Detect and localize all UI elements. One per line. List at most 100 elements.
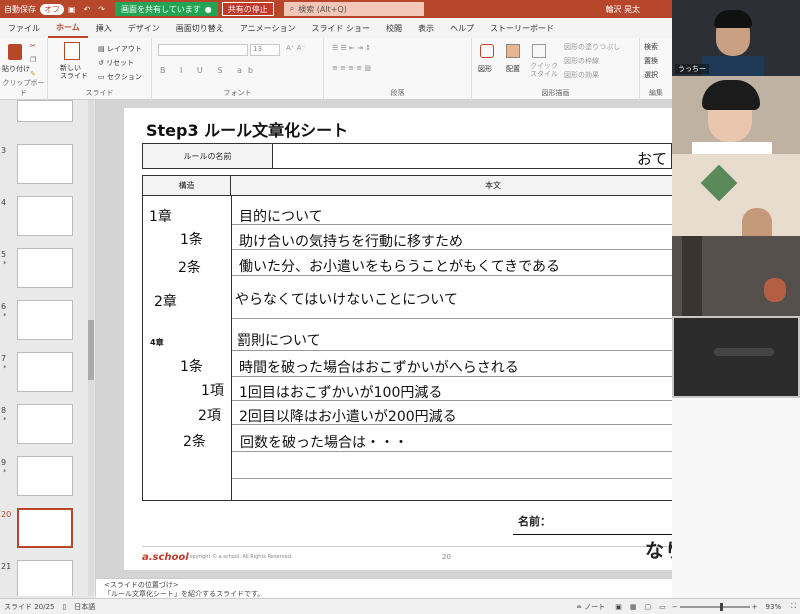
language-status[interactable]: 日本語 <box>70 602 99 612</box>
slideshow-view-icon[interactable]: ▭ <box>655 603 670 611</box>
tab-storyboard[interactable]: ストーリーボード <box>482 23 562 34</box>
save-icon[interactable]: ▣ <box>64 5 80 14</box>
slide-thumbnail[interactable] <box>17 352 73 392</box>
undo-icon[interactable]: ↶ <box>80 5 95 14</box>
slide-thumbnail-panel[interactable]: 3 4 5 * 6 * 7 * 8 * 9 * 20 21 <box>0 100 96 596</box>
body-text[interactable]: 1回目はおこずかいが100円減る <box>239 382 442 402</box>
structure-chapter[interactable]: 4章 <box>150 337 164 348</box>
body-text[interactable]: 働いた分、お小遣いをもらうことがもくてきである <box>239 256 560 276</box>
arrange-button[interactable]: 配置 <box>506 64 520 74</box>
tab-animations[interactable]: アニメーション <box>232 23 304 34</box>
slide-thumbnail[interactable] <box>17 100 73 122</box>
shape-effect-button[interactable]: 図形の効果 <box>564 70 599 80</box>
body-text[interactable]: 回数を破った場合は・・・ <box>240 432 408 452</box>
tab-view[interactable]: 表示 <box>410 23 442 34</box>
fit-slide-icon[interactable]: ⛶ <box>787 602 800 611</box>
reading-view-icon[interactable]: ▢ <box>641 603 656 611</box>
video-tile[interactable] <box>672 316 800 398</box>
autosave-toggle[interactable]: オフ <box>40 3 64 15</box>
zoom-level[interactable]: 93% <box>760 603 788 611</box>
format-painter-icon[interactable]: ✎ <box>30 70 36 78</box>
shape-button[interactable]: 図形 <box>478 64 492 74</box>
body-text[interactable]: 助け合いの気持ちを行動に移すため <box>239 231 463 251</box>
structure-clause[interactable]: 2項 <box>198 405 221 425</box>
slide-thumbnail[interactable] <box>17 404 73 444</box>
shape-icon[interactable] <box>480 44 494 58</box>
tab-transitions[interactable]: 画面切り替え <box>168 23 232 34</box>
slide-title[interactable]: Step3 ルール文章化シート <box>146 117 348 141</box>
slide-thumbnail[interactable] <box>17 144 73 184</box>
section-button[interactable]: ▭ セクション <box>98 72 142 82</box>
zoom-slider[interactable] <box>679 602 750 611</box>
slide-thumbnail-active[interactable] <box>17 508 73 548</box>
body-text[interactable]: 2回目以降はお小遣いが200円減る <box>239 406 457 426</box>
shape-outline-button[interactable]: 図形の枠線 <box>564 56 599 66</box>
new-slide-button[interactable]: 新しい スライド <box>60 64 88 80</box>
language-icon[interactable]: ▯ <box>58 603 70 611</box>
reset-button[interactable]: ↺ リセット <box>98 58 134 68</box>
zoom-slider-thumb[interactable] <box>719 602 723 611</box>
name-label[interactable]: 名前： <box>518 513 551 529</box>
font-size-combo[interactable]: 13 <box>250 44 280 56</box>
rule-name-box[interactable]: ルールの名前 おて <box>142 143 672 169</box>
structure-article[interactable]: 2条 <box>183 431 206 451</box>
copy-icon[interactable]: ❐ <box>30 56 36 64</box>
tab-help[interactable]: ヘルプ <box>442 23 482 34</box>
tab-insert[interactable]: 挿入 <box>88 23 120 34</box>
search-box[interactable]: ⌕ 検索 (Alt+Q) <box>283 2 424 16</box>
video-tile[interactable] <box>672 76 800 154</box>
video-tile[interactable] <box>672 154 800 236</box>
structure-article[interactable]: 1条 <box>180 229 203 249</box>
paste-icon[interactable] <box>8 44 22 60</box>
arrange-icon[interactable] <box>506 44 520 58</box>
rule-name-value[interactable]: おて <box>637 148 667 169</box>
notes-button[interactable]: ≐ ノート <box>570 602 611 612</box>
tab-file[interactable]: ファイル <box>0 23 48 34</box>
font-style-buttons[interactable]: B I U S ab <box>160 66 259 75</box>
cut-icon[interactable]: ✂ <box>30 42 36 50</box>
font-family-combo[interactable] <box>158 44 248 56</box>
zoom-in-icon[interactable]: + <box>750 603 760 611</box>
video-tile[interactable] <box>672 236 800 316</box>
slide-thumbnail[interactable] <box>17 560 73 596</box>
body-text[interactable]: 目的について <box>239 206 323 226</box>
body-text[interactable]: 罰則について <box>237 330 321 350</box>
stop-share-button[interactable]: 共有の停止 <box>221 2 274 16</box>
new-slide-icon[interactable] <box>64 42 80 60</box>
tab-review[interactable]: 校閲 <box>378 23 410 34</box>
slide-thumbnail[interactable] <box>17 248 73 288</box>
structure-chapter[interactable]: 1章 <box>149 206 172 226</box>
quick-style-button[interactable]: クイック スタイル <box>530 62 558 78</box>
tab-slideshow[interactable]: スライド ショー <box>303 23 378 34</box>
replace-button[interactable]: 置換 <box>644 56 658 66</box>
redo-icon[interactable]: ↷ <box>94 5 109 14</box>
paste-button[interactable]: 貼り付け <box>2 64 30 74</box>
shape-fill-button[interactable]: 図形の塗りつぶし <box>564 42 620 52</box>
zoom-out-icon[interactable]: − <box>670 603 680 611</box>
body-text[interactable]: やらなくてはいけないことについて <box>235 289 458 309</box>
quick-style-icon[interactable] <box>532 44 546 58</box>
scrollbar-thumb[interactable] <box>88 320 94 380</box>
user-name[interactable]: 輪沢 晃太 <box>601 4 644 15</box>
structure-article[interactable]: 2条 <box>178 257 201 277</box>
grow-font-icon[interactable]: A⁺ A⁻ <box>286 44 305 52</box>
structure-chapter[interactable]: 2章 <box>154 291 177 311</box>
slide-thumbnail[interactable] <box>17 300 73 340</box>
body-text[interactable]: 時間を破った場合はおこずかいがへらされる <box>239 357 519 377</box>
align-icons[interactable]: ≡ ≡ ≡ ≡ ▥ <box>332 64 371 72</box>
find-button[interactable]: 検索 <box>644 42 658 52</box>
normal-view-icon[interactable]: ▣ <box>611 603 626 611</box>
layout-button[interactable]: ▤ レイアウト <box>98 44 142 54</box>
speaker-notes[interactable]: <スライドの位置づけ> 「ルール文章化シート」を紹介するスライドです。 <box>96 578 672 598</box>
structure-article[interactable]: 1条 <box>180 356 203 376</box>
list-icons[interactable]: ☰ ☰ ⇤ ⇥ ↕ <box>332 44 371 52</box>
video-tile[interactable]: うっちー <box>672 0 800 76</box>
thumbnail-scrollbar[interactable] <box>88 100 94 596</box>
sorter-view-icon[interactable]: ▦ <box>626 603 641 611</box>
slide-thumbnail[interactable] <box>17 456 73 496</box>
slide-thumbnail[interactable] <box>17 196 73 236</box>
select-button[interactable]: 選択 <box>644 70 658 80</box>
tab-home[interactable]: ホーム <box>48 18 88 38</box>
tab-design[interactable]: デザイン <box>120 23 168 34</box>
structure-clause[interactable]: 1項 <box>201 380 224 400</box>
